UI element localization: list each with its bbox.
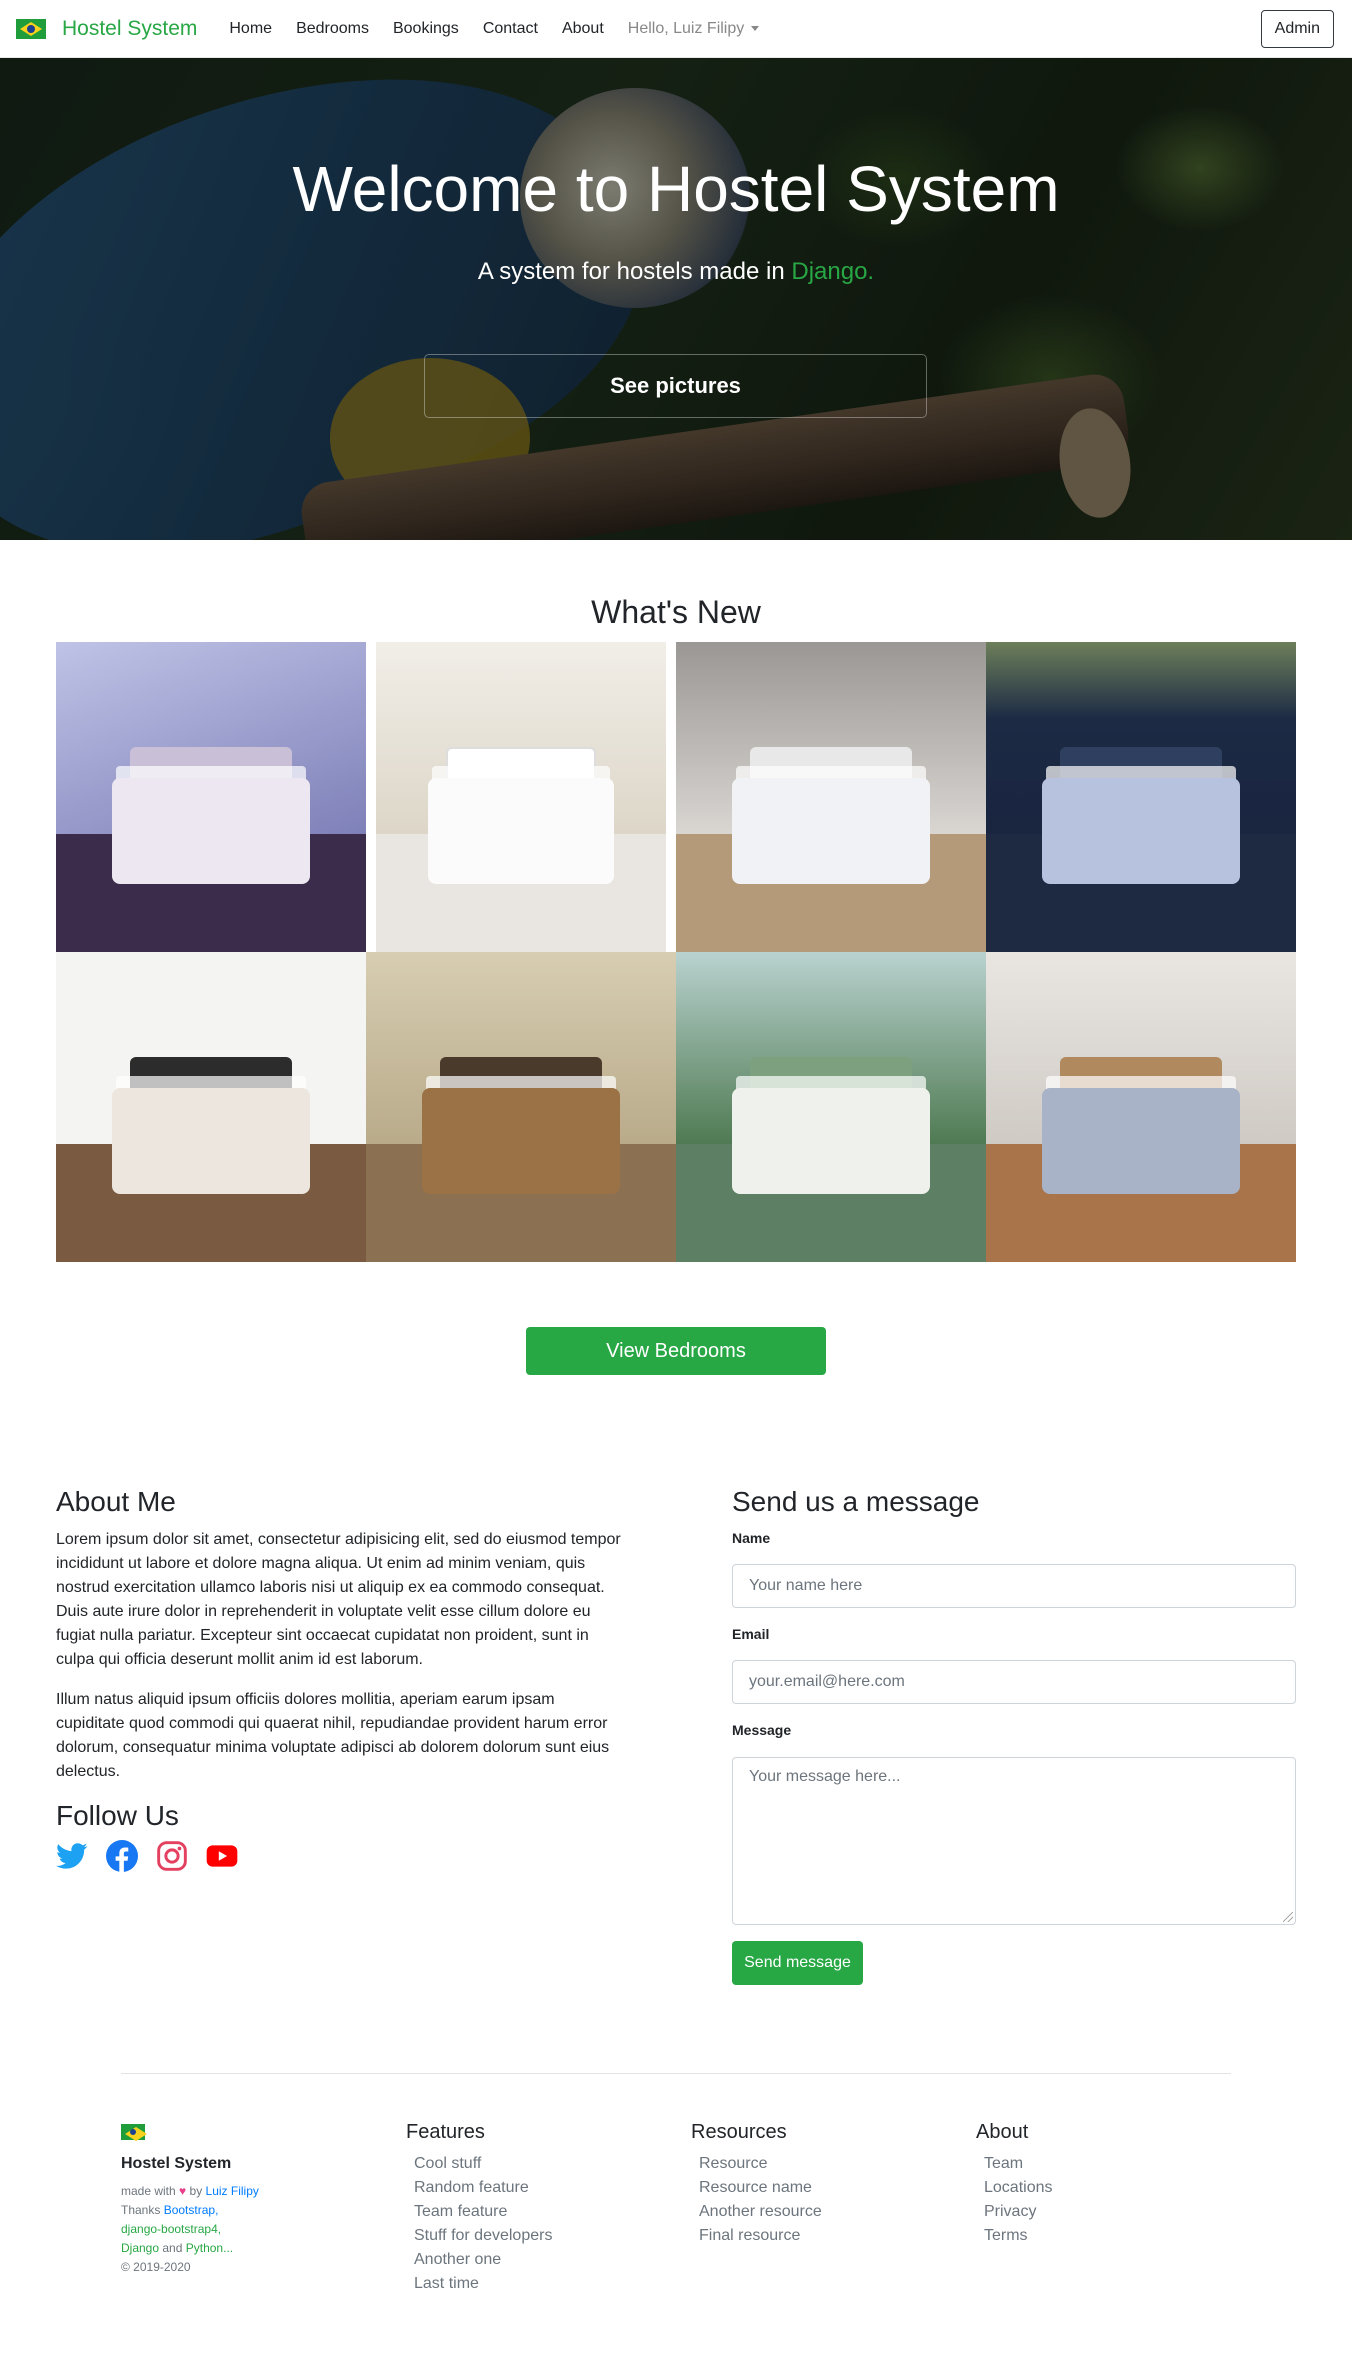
- footer-link[interactable]: Team: [984, 2155, 1023, 2173]
- gallery-image[interactable]: [366, 952, 676, 1262]
- footer-link[interactable]: Cool stuff: [414, 2155, 481, 2173]
- footer-link[interactable]: Random feature: [414, 2179, 529, 2197]
- name-label: Name: [732, 1530, 771, 1546]
- footer-link[interactable]: Privacy: [984, 2203, 1036, 2221]
- message-label: Message: [732, 1722, 792, 1738]
- name-input[interactable]: Your name here: [732, 1564, 1296, 1608]
- nav-contact[interactable]: Contact: [483, 20, 538, 38]
- django-link[interactable]: Django: [121, 2241, 159, 2255]
- footer-features-title: Features: [406, 2121, 485, 2143]
- footer-thanks: Thanks Bootstrap,: [121, 2203, 219, 2217]
- footer-made-with: made with ♥ by Luiz Filipy: [121, 2184, 259, 2198]
- footer-link[interactable]: Team feature: [414, 2203, 507, 2221]
- gallery-image[interactable]: [986, 952, 1296, 1262]
- nav-bedrooms[interactable]: Bedrooms: [296, 20, 369, 38]
- about-paragraph-1: Lorem ipsum dolor sit amet, consectetur …: [56, 1531, 621, 1668]
- footer-brand: Hostel System: [121, 2155, 232, 2172]
- email-input[interactable]: your.email@here.com: [732, 1660, 1296, 1704]
- view-bedrooms-button[interactable]: View Bedrooms: [526, 1327, 826, 1375]
- footer-divider: [121, 2073, 1231, 2074]
- heart-icon: ♥: [179, 2184, 187, 2198]
- gallery-image[interactable]: [56, 642, 366, 952]
- see-pictures-button[interactable]: See pictures: [424, 354, 927, 418]
- bootstrap-link[interactable]: Bootstrap,: [164, 2203, 219, 2217]
- send-message-button[interactable]: Send message: [732, 1941, 863, 1985]
- footer-link[interactable]: Stuff for developers: [414, 2227, 552, 2245]
- footer-link[interactable]: Locations: [984, 2179, 1053, 2197]
- about-title: About Me: [56, 1486, 176, 1517]
- footer-copyright: © 2019-2020: [121, 2260, 191, 2274]
- footer-link[interactable]: Resource: [699, 2155, 767, 2173]
- footer-link[interactable]: Resource name: [699, 2179, 812, 2197]
- django-bootstrap4-link[interactable]: django-bootstrap4,: [121, 2222, 221, 2236]
- nav-home[interactable]: Home: [229, 20, 272, 38]
- brand-link[interactable]: Hostel System: [62, 17, 197, 41]
- footer-link[interactable]: Last time: [414, 2275, 479, 2293]
- resize-handle-icon[interactable]: [1283, 1912, 1293, 1922]
- instagram-icon[interactable]: [156, 1840, 188, 1872]
- brazil-flag-icon[interactable]: [16, 18, 46, 39]
- admin-button[interactable]: Admin: [1260, 10, 1334, 48]
- contact-title: Send us a message: [732, 1486, 980, 1517]
- footer-link[interactable]: Terms: [984, 2227, 1028, 2245]
- twitter-icon[interactable]: [56, 1840, 88, 1872]
- user-dropdown[interactable]: Hello, Luiz Filipy: [627, 19, 760, 38]
- whats-new-title: What's New: [591, 594, 761, 630]
- hero-subtitle: A system for hostels made in Django.: [477, 258, 875, 285]
- gallery-image[interactable]: [676, 642, 986, 952]
- gallery-image[interactable]: [56, 952, 366, 1262]
- youtube-icon[interactable]: [206, 1840, 238, 1872]
- footer-link[interactable]: Another resource: [699, 2203, 822, 2221]
- footer-flag-icon: [121, 2124, 147, 2141]
- gallery-image[interactable]: [376, 642, 666, 952]
- nav-bookings[interactable]: Bookings: [393, 20, 459, 38]
- message-textarea[interactable]: Your message here...: [732, 1757, 1296, 1925]
- python-link[interactable]: Python...: [186, 2241, 233, 2255]
- facebook-icon[interactable]: [106, 1840, 138, 1872]
- bedroom-gallery: [56, 642, 1296, 1262]
- footer-about-title: About: [976, 2121, 1029, 2143]
- hero-banner: Welcome to Hostel System A system for ho…: [0, 58, 1352, 540]
- hero-title: Welcome to Hostel System: [292, 153, 1060, 225]
- message-placeholder: Your message here...: [749, 1768, 901, 1785]
- follow-us-title: Follow Us: [56, 1800, 179, 1831]
- about-paragraph-2: Illum natus aliquid ipsum officiis dolor…: [56, 1691, 610, 1780]
- footer-resources-title: Resources: [691, 2121, 787, 2143]
- navbar: Hostel System Home Bedrooms Bookings Con…: [0, 0, 1352, 58]
- nav-about[interactable]: About: [562, 20, 604, 38]
- hero-django-link[interactable]: Django.: [791, 258, 874, 285]
- email-label: Email: [732, 1626, 770, 1642]
- footer-link[interactable]: Another one: [414, 2251, 501, 2269]
- footer-link[interactable]: Final resource: [699, 2227, 800, 2245]
- author-link[interactable]: Luiz Filipy: [206, 2184, 259, 2198]
- gallery-image[interactable]: [676, 952, 986, 1262]
- caret-down-icon: [751, 26, 760, 31]
- gallery-image[interactable]: [986, 642, 1296, 952]
- user-dropdown-label: Hello, Luiz Filipy: [627, 19, 745, 37]
